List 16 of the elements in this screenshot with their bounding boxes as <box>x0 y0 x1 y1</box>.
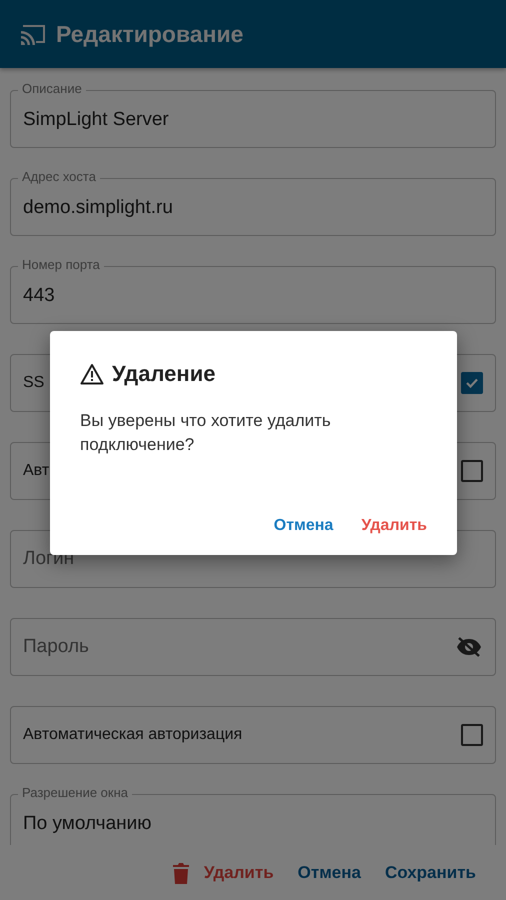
field-label: Адрес хоста <box>18 169 100 184</box>
placeholder: Логин <box>23 548 76 570</box>
placeholder: Пароль <box>23 636 90 658</box>
checkbox-label: Авт <box>23 462 50 480</box>
screen-title: Редактирование <box>56 20 244 48</box>
field-value: demo.simplight.ru <box>23 196 173 219</box>
checkbox-label: SS <box>23 374 44 392</box>
field-label: Номер порта <box>18 257 104 272</box>
dialog-title: Удаление <box>112 361 216 387</box>
field-label: Разрешение окна <box>18 785 132 800</box>
field-label: Описание <box>18 81 86 96</box>
field-value: SimpLight Server <box>23 108 169 131</box>
field-value: 443 <box>23 284 55 307</box>
field-value: По умолчанию <box>23 812 152 835</box>
dialog-message: Вы уверены что хотите удалить подключение? <box>80 410 332 456</box>
checkbox-label: Автоматическая авторизация <box>23 726 242 744</box>
